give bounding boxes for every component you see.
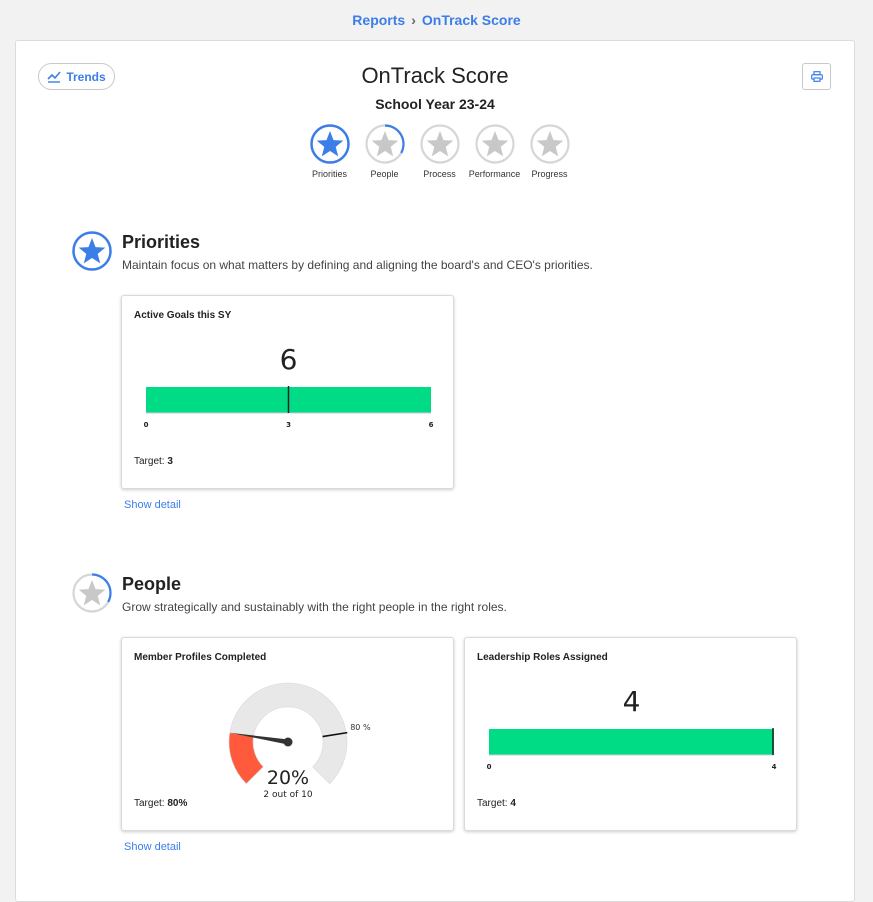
- breadcrumb-reports[interactable]: Reports: [352, 12, 405, 28]
- tick-label: 0: [487, 763, 492, 771]
- card-title: Active Goals this SY: [134, 310, 232, 321]
- star-progress-icon: [72, 573, 112, 613]
- report-panel: Trends OnTrack Score School Year 23-24 P…: [15, 40, 855, 902]
- target-label: Target:: [134, 798, 168, 809]
- section-people-header: People Grow strategically and sustainabl…: [71, 572, 507, 614]
- target-label: Target:: [134, 456, 168, 467]
- section-description: Grow strategically and sustainably with …: [122, 600, 507, 614]
- gauge-value-arc: [228, 732, 264, 785]
- gauge-value-label: 20%: [267, 767, 309, 789]
- star-progress-icon: [309, 124, 350, 164]
- metric-card-active-goals: Active Goals this SY 6 0 3 6 Target: 3: [121, 295, 454, 489]
- step-process[interactable]: Process: [412, 123, 467, 179]
- bullet-chart: 4 0 4: [487, 685, 777, 771]
- breadcrumb: Reports › OnTrack Score: [0, 12, 873, 28]
- step-label: Performance: [468, 169, 521, 179]
- score-steps: Priorities People Process Performance Pr…: [302, 123, 577, 179]
- target-value: 4: [510, 798, 516, 809]
- page-title: OnTrack Score: [361, 63, 509, 88]
- step-people[interactable]: People: [357, 123, 412, 179]
- show-detail-people-link[interactable]: Show detail: [124, 841, 181, 853]
- card-target: Target: 4: [477, 798, 516, 809]
- value-label: 6: [280, 343, 298, 376]
- card-title: Leadership Roles Assigned: [477, 652, 608, 663]
- step-priorities[interactable]: Priorities: [302, 123, 357, 179]
- needle-pivot: [283, 737, 293, 747]
- card-target: Target: 80%: [134, 798, 187, 809]
- chevron-right-icon: ›: [411, 12, 416, 28]
- target-value: 80%: [167, 798, 188, 809]
- step-label: Priorities: [311, 169, 347, 179]
- step-progress[interactable]: Progress: [522, 123, 577, 179]
- target-label: Target:: [477, 798, 511, 809]
- tick-label: 0: [144, 421, 149, 429]
- star-progress-icon: [419, 124, 460, 164]
- gauge-chart: 80 % 20%2 out of 10: [228, 682, 371, 800]
- star-progress-icon: [474, 124, 515, 164]
- section-description: Maintain focus on what matters by defini…: [122, 258, 593, 272]
- step-label: Process: [423, 169, 456, 179]
- metric-card-member-profiles: Member Profiles Completed 80 % 20% 2 out o…: [121, 637, 454, 831]
- step-label: Progress: [531, 169, 568, 179]
- section-priorities-header: Priorities Maintain focus on what matter…: [71, 230, 593, 272]
- bullet-chart: 6 0 3 6: [144, 343, 434, 429]
- show-detail-priorities-link[interactable]: Show detail: [124, 499, 181, 511]
- card-title: Member Profiles Completed: [134, 652, 267, 663]
- tick-label: 6: [429, 421, 434, 429]
- star-progress-icon: [364, 124, 405, 164]
- card-target: Target: 3: [134, 456, 173, 467]
- printer-icon: [810, 71, 823, 82]
- tick-label: 3: [286, 421, 291, 429]
- target-marker-label: 80 %: [350, 723, 371, 732]
- step-performance[interactable]: Performance: [467, 123, 522, 179]
- value-label: 4: [623, 685, 641, 718]
- tick-label: 4: [772, 763, 777, 771]
- breadcrumb-ontrack-score[interactable]: OnTrack Score: [422, 12, 521, 28]
- target-value: 3: [167, 456, 173, 467]
- section-title: Priorities: [122, 232, 201, 252]
- star-progress-icon: [529, 124, 570, 164]
- page-subtitle: School Year 23-24: [375, 96, 495, 112]
- value-bar: [489, 729, 774, 755]
- step-label: People: [370, 169, 399, 179]
- print-button[interactable]: [802, 63, 831, 90]
- star-progress-icon: [72, 231, 112, 271]
- section-title: People: [122, 574, 182, 594]
- gauge-sub-label: 2 out of 10: [263, 790, 312, 800]
- metric-card-leadership-roles: Leadership Roles Assigned 4 0 4 Target: 4: [464, 637, 797, 831]
